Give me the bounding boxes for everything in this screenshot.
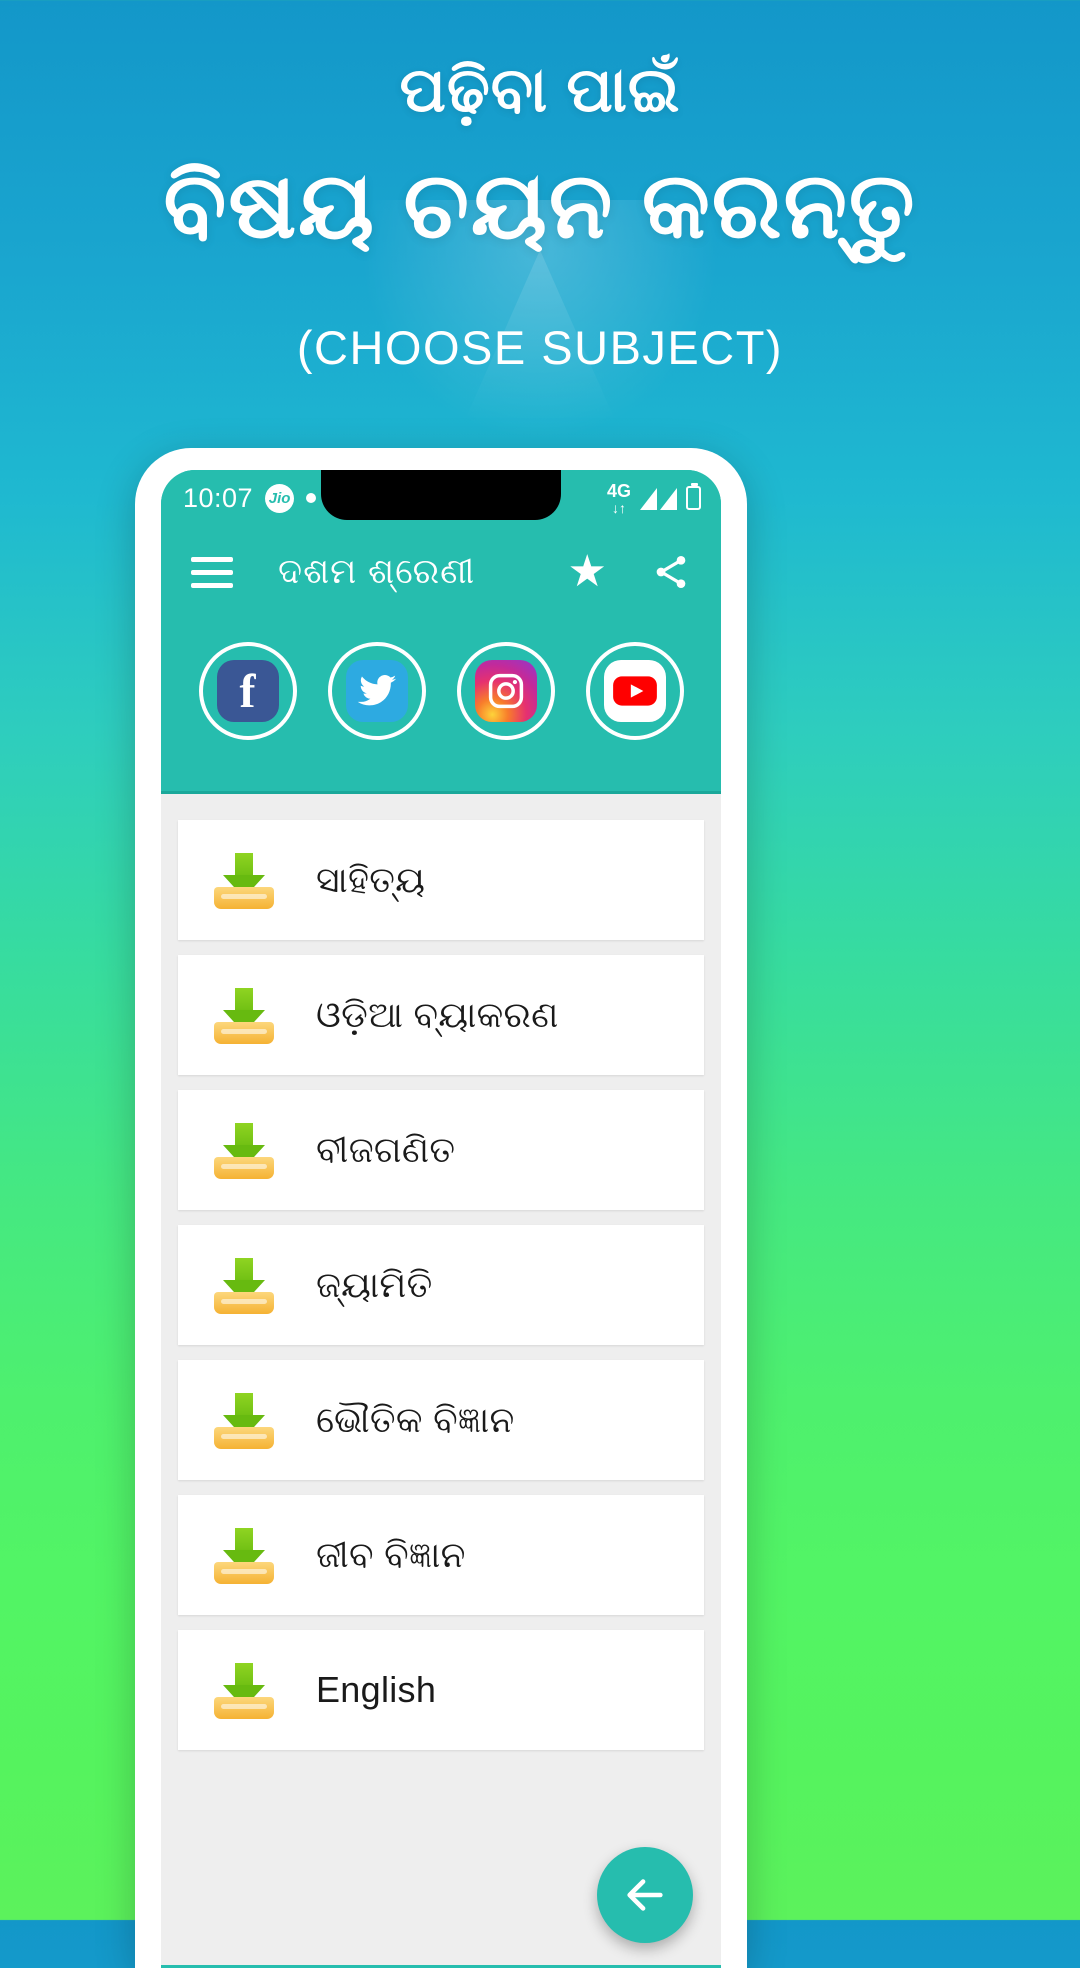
headline-line-1: ପଢ଼ିବା ପାଇଁ	[399, 56, 681, 125]
poster-headline: ପଢ଼ିବା ପାଇଁ ବିଷୟ ଚୟନ କରନ୍ତୁ (CHOOSE SUBJ…	[0, 54, 1080, 375]
subject-list[interactable]: ସାହିତ୍ୟ ଓଡ଼ିଆ ବ୍ୟାକରଣ ବୀଜଗଣିତ ଜ୍ୟାମିତି ଭ…	[161, 794, 721, 1965]
status-bar: 10:07 Jio 4G ↓↑	[161, 470, 721, 526]
signal-icon	[640, 486, 677, 510]
social-link-twitter[interactable]	[327, 642, 426, 740]
hamburger-icon[interactable]	[191, 556, 233, 588]
phone-screen: 10:07 Jio 4G ↓↑ ଦଶମ ଶ୍ରେଣୀ ★ f ସାହିତ୍ୟ ଓ…	[161, 470, 721, 1968]
back-fab-button[interactable]	[597, 1847, 693, 1943]
youtube-icon	[603, 660, 666, 722]
share-icon[interactable]	[651, 552, 691, 592]
status-time: 10:07	[183, 482, 254, 513]
list-item-label: ଓଡ଼ିଆ ବ୍ୟାକରଣ	[316, 993, 559, 1035]
list-item[interactable]: ବୀଜଗଣିତ	[178, 1090, 704, 1210]
status-bar-left: 10:07 Jio	[161, 482, 317, 514]
list-item-label: ଭୌତିକ ବିଜ୍ଞାନ	[316, 1398, 515, 1440]
list-item-label: ଜୀବ ବିଜ୍ଞାନ	[316, 1533, 466, 1575]
download-icon	[214, 986, 274, 1044]
list-item-label: English	[316, 1669, 437, 1710]
list-item-label: ବୀଜଗଣିତ	[316, 1128, 456, 1170]
back-arrow-icon	[627, 1879, 663, 1911]
page-title: ଦଶମ ଶ୍ରେଣୀ	[278, 552, 476, 591]
list-item[interactable]: English	[178, 1630, 704, 1750]
phone-mockup: 10:07 Jio 4G ↓↑ ଦଶମ ଶ୍ରେଣୀ ★ f ସାହିତ୍ୟ ଓ…	[135, 448, 747, 1968]
download-icon	[214, 1526, 274, 1584]
network-label: 4G	[606, 480, 631, 501]
network-arrows: ↓↑	[611, 499, 626, 516]
list-item[interactable]: ଜୀବ ବିଜ୍ଞାନ	[178, 1495, 704, 1615]
list-item[interactable]: ଭୌତିକ ବିଜ୍ଞାନ	[178, 1360, 704, 1480]
instagram-icon	[474, 660, 537, 722]
download-icon	[214, 1661, 274, 1719]
list-item[interactable]: ଜ୍ୟାମିତି	[178, 1225, 704, 1345]
headline-line-2: ବିଷୟ ଚୟନ କରନ୍ତୁ	[163, 155, 917, 258]
download-icon	[214, 1121, 274, 1179]
social-link-youtube[interactable]	[585, 642, 684, 740]
social-link-facebook[interactable]: f	[198, 642, 297, 740]
headline-subtitle: (CHOOSE SUBJECT)	[296, 321, 784, 375]
app-bar-divider	[161, 780, 721, 794]
twitter-icon	[345, 660, 408, 722]
star-icon[interactable]: ★	[568, 550, 607, 594]
phone-notch	[321, 470, 561, 520]
download-icon	[214, 1256, 274, 1314]
app-bar: ଦଶମ ଶ୍ରେଣୀ ★	[161, 526, 721, 618]
list-item-label: ଜ୍ୟାମିତି	[316, 1263, 433, 1305]
list-item[interactable]: ଓଡ଼ିଆ ବ୍ୟାକରଣ	[178, 955, 704, 1075]
list-item[interactable]: ସାହିତ୍ୟ	[178, 820, 704, 940]
list-item-label: ସାହିତ୍ୟ	[316, 858, 426, 900]
battery-icon	[686, 483, 701, 510]
social-link-instagram[interactable]	[456, 642, 555, 740]
facebook-icon: f	[216, 660, 279, 722]
download-icon	[214, 851, 274, 909]
app-bar-actions: ★	[568, 550, 691, 594]
social-links-row: f	[161, 618, 721, 780]
network-type-icon: 4G ↓↑	[607, 482, 631, 515]
status-bar-right: 4G ↓↑	[607, 482, 721, 515]
notification-dot-icon	[306, 493, 317, 503]
carrier-icon: Jio	[265, 483, 295, 513]
download-icon	[214, 1391, 274, 1449]
